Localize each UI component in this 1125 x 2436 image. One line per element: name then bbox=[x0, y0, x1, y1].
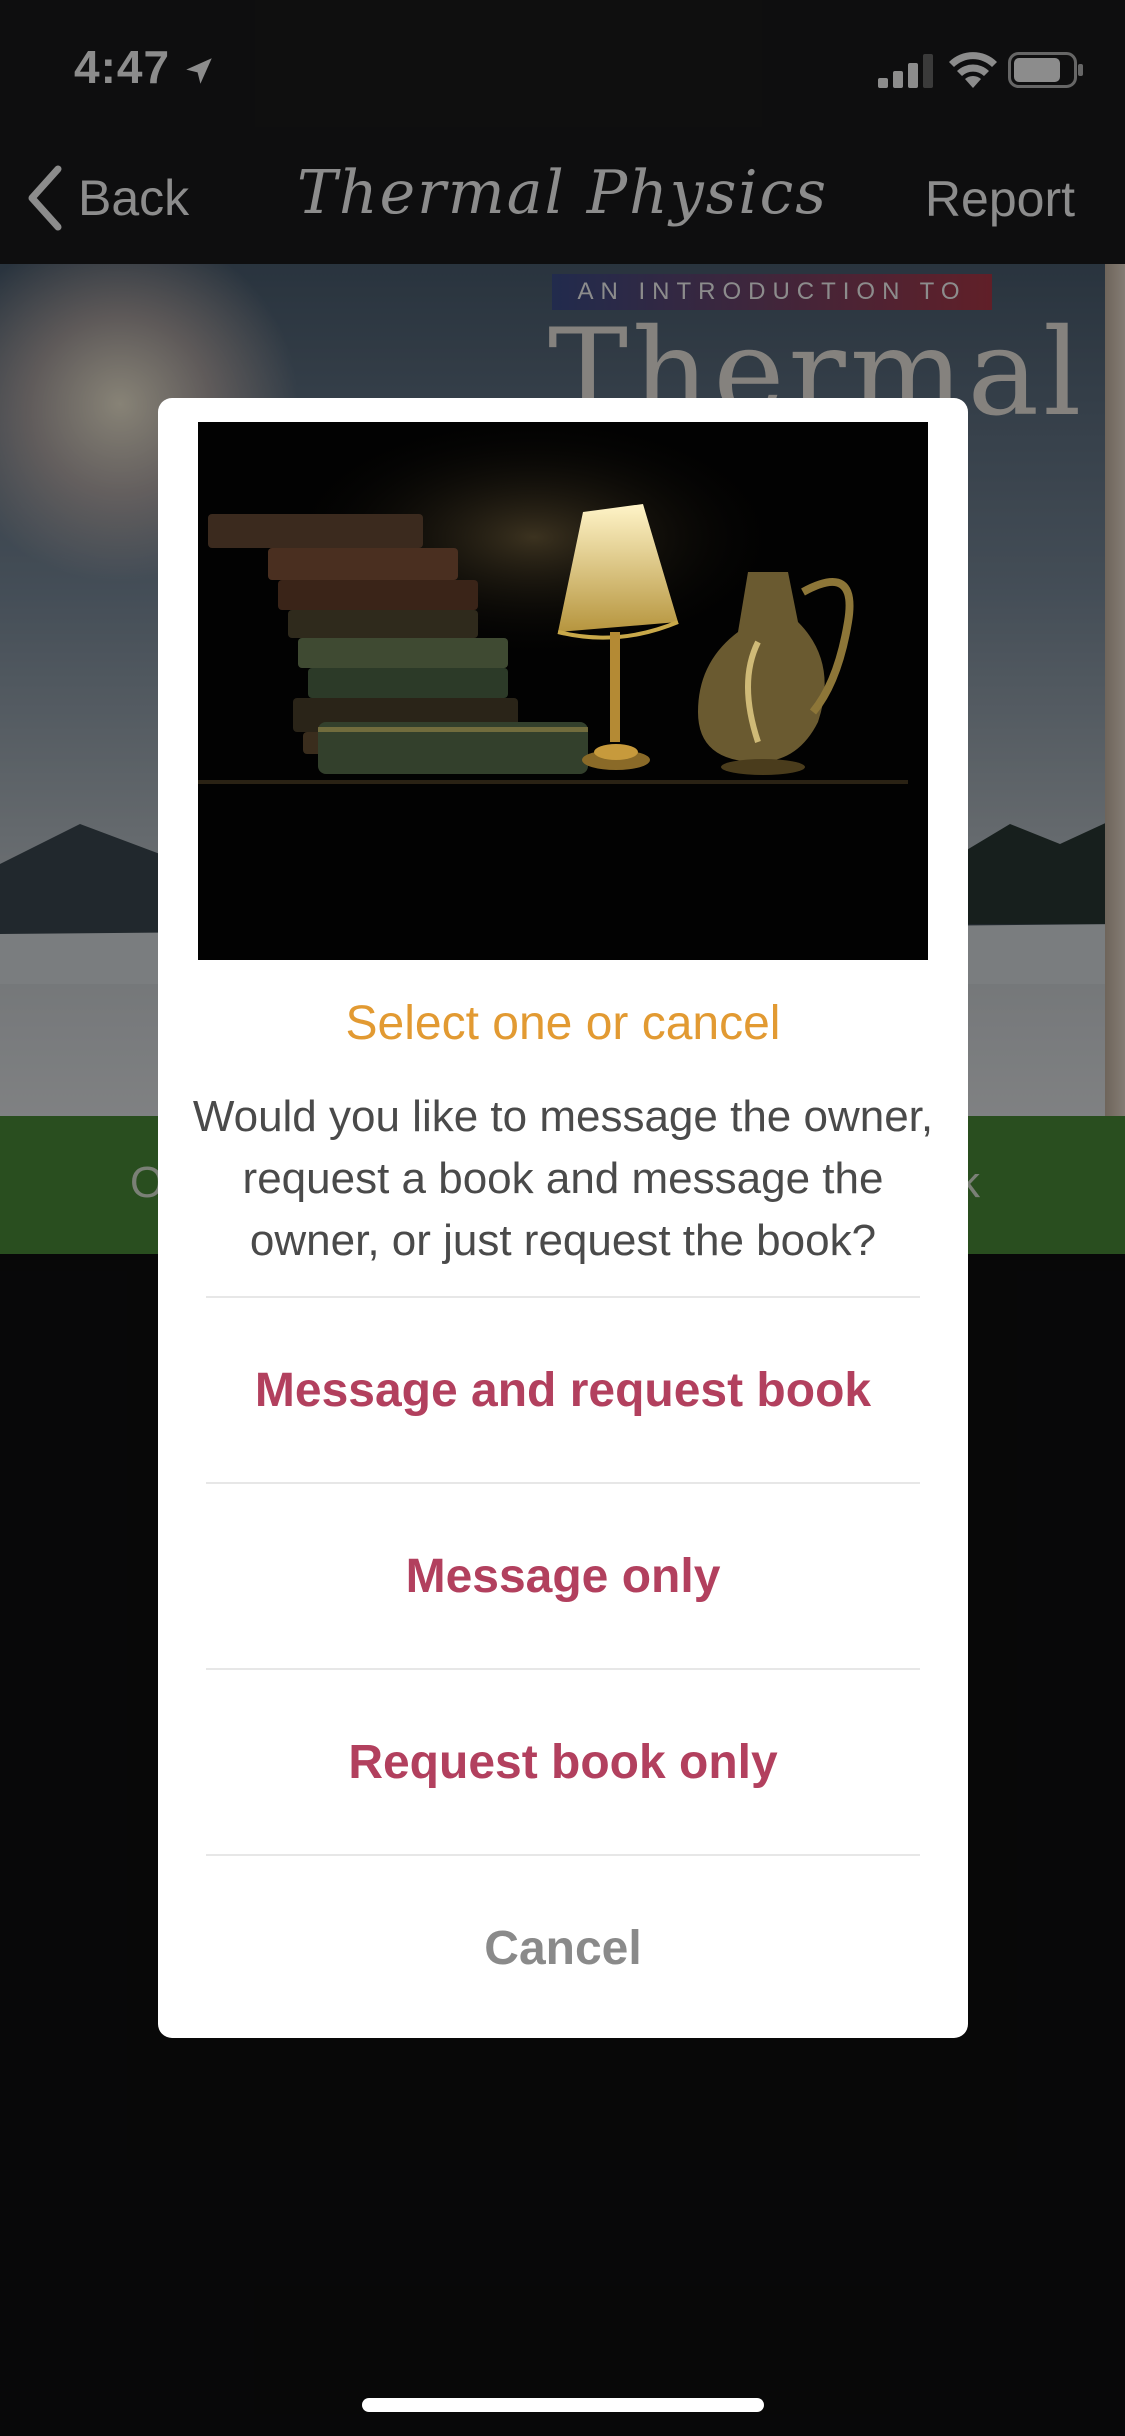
dialog-message: Would you like to message the owner, req… bbox=[192, 1092, 934, 1265]
dialog-title: Select one or cancel bbox=[345, 997, 781, 1050]
message-and-request-button[interactable]: Message and request book bbox=[158, 1298, 968, 1482]
action-dialog: Select one or cancel Would you like to m… bbox=[158, 398, 968, 2038]
cancel-button[interactable]: Cancel bbox=[158, 1856, 968, 2038]
request-book-only-button[interactable]: Request book only bbox=[158, 1670, 968, 1854]
message-only-button[interactable]: Message only bbox=[158, 1484, 968, 1668]
dialog-illustration bbox=[198, 422, 928, 960]
home-indicator[interactable] bbox=[362, 2398, 764, 2412]
